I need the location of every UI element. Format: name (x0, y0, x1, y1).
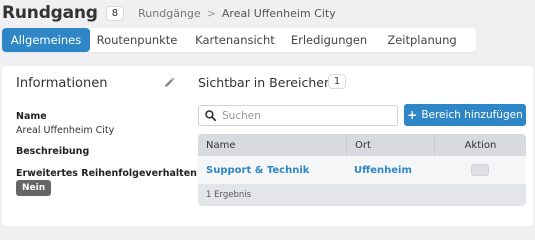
column-header-aktion: Aktion (434, 134, 526, 156)
order-value-badge: Nein (16, 180, 52, 196)
breadcrumb-current: Areal Uffenheim City (221, 6, 336, 20)
add-area-label: Bereich hinzufügen (421, 109, 523, 121)
description-label: Beschreibung (16, 146, 90, 157)
breadcrumb-separator: > (206, 6, 216, 20)
count-badge: 8 (105, 5, 125, 21)
info-section: Informationen Name Areal Uffenheim City … (16, 66, 213, 226)
row-name-link[interactable]: Support & Technik (206, 165, 309, 176)
areas-title: Sichtbar in Bereichen (198, 75, 332, 90)
breadcrumb: Rundgänge > Areal Uffenheim City (138, 7, 336, 20)
tab-zeitplanung[interactable]: Zeitplanung (372, 28, 472, 52)
tab-erledigungen[interactable]: Erledigungen (286, 28, 372, 52)
table-row: Support & Technik Uffenheim (198, 156, 526, 184)
name-label: Name (16, 111, 47, 122)
tab-routenpunkte[interactable]: Routenpunkte (90, 28, 184, 52)
tab-bar: Allgemeines Routenpunkte Kartenansicht E… (2, 28, 476, 52)
row-ort-cell: Uffenheim (346, 156, 434, 184)
order-label: Erweitertes Reihenfolgeverhalten (16, 168, 197, 179)
header: Rundgang 8 Rundgänge > Areal Uffenheim C… (0, 0, 535, 26)
search-icon (205, 110, 216, 121)
areas-section: Sichtbar in Bereichen 1 + Bereich hinzuf… (198, 66, 526, 226)
row-action-cell (434, 156, 526, 184)
tab-allgemeines[interactable]: Allgemeines (2, 28, 90, 52)
info-title: Informationen (16, 76, 108, 91)
row-name-cell: Support & Technik (198, 165, 346, 176)
name-value: Areal Uffenheim City (16, 125, 115, 136)
search-box[interactable] (198, 105, 398, 126)
column-header-ort[interactable]: Ort (346, 134, 434, 156)
page-title: Rundgang (2, 3, 98, 23)
content-panel: Informationen Name Areal Uffenheim City … (2, 66, 533, 226)
search-input[interactable] (222, 109, 392, 122)
table-header: Name Ort Aktion (198, 134, 526, 156)
column-header-name[interactable]: Name (198, 140, 346, 151)
plus-icon: + (407, 108, 418, 122)
breadcrumb-parent-link[interactable]: Rundgänge (138, 7, 201, 20)
order-label-row: Erweitertes Reihenfolgeverhalten (16, 167, 213, 179)
table-footer: 1 Ergebnis (198, 184, 526, 206)
tab-kartenansicht[interactable]: Kartenansicht (184, 28, 286, 52)
pencil-icon[interactable] (163, 77, 175, 89)
row-ort-link[interactable]: Uffenheim (354, 165, 412, 176)
areas-count-badge: 1 (328, 74, 347, 89)
areas-table: Name Ort Aktion Support & Technik Uffenh… (198, 134, 526, 206)
row-action-button[interactable] (471, 164, 489, 176)
add-area-button[interactable]: + Bereich hinzufügen (404, 104, 526, 126)
